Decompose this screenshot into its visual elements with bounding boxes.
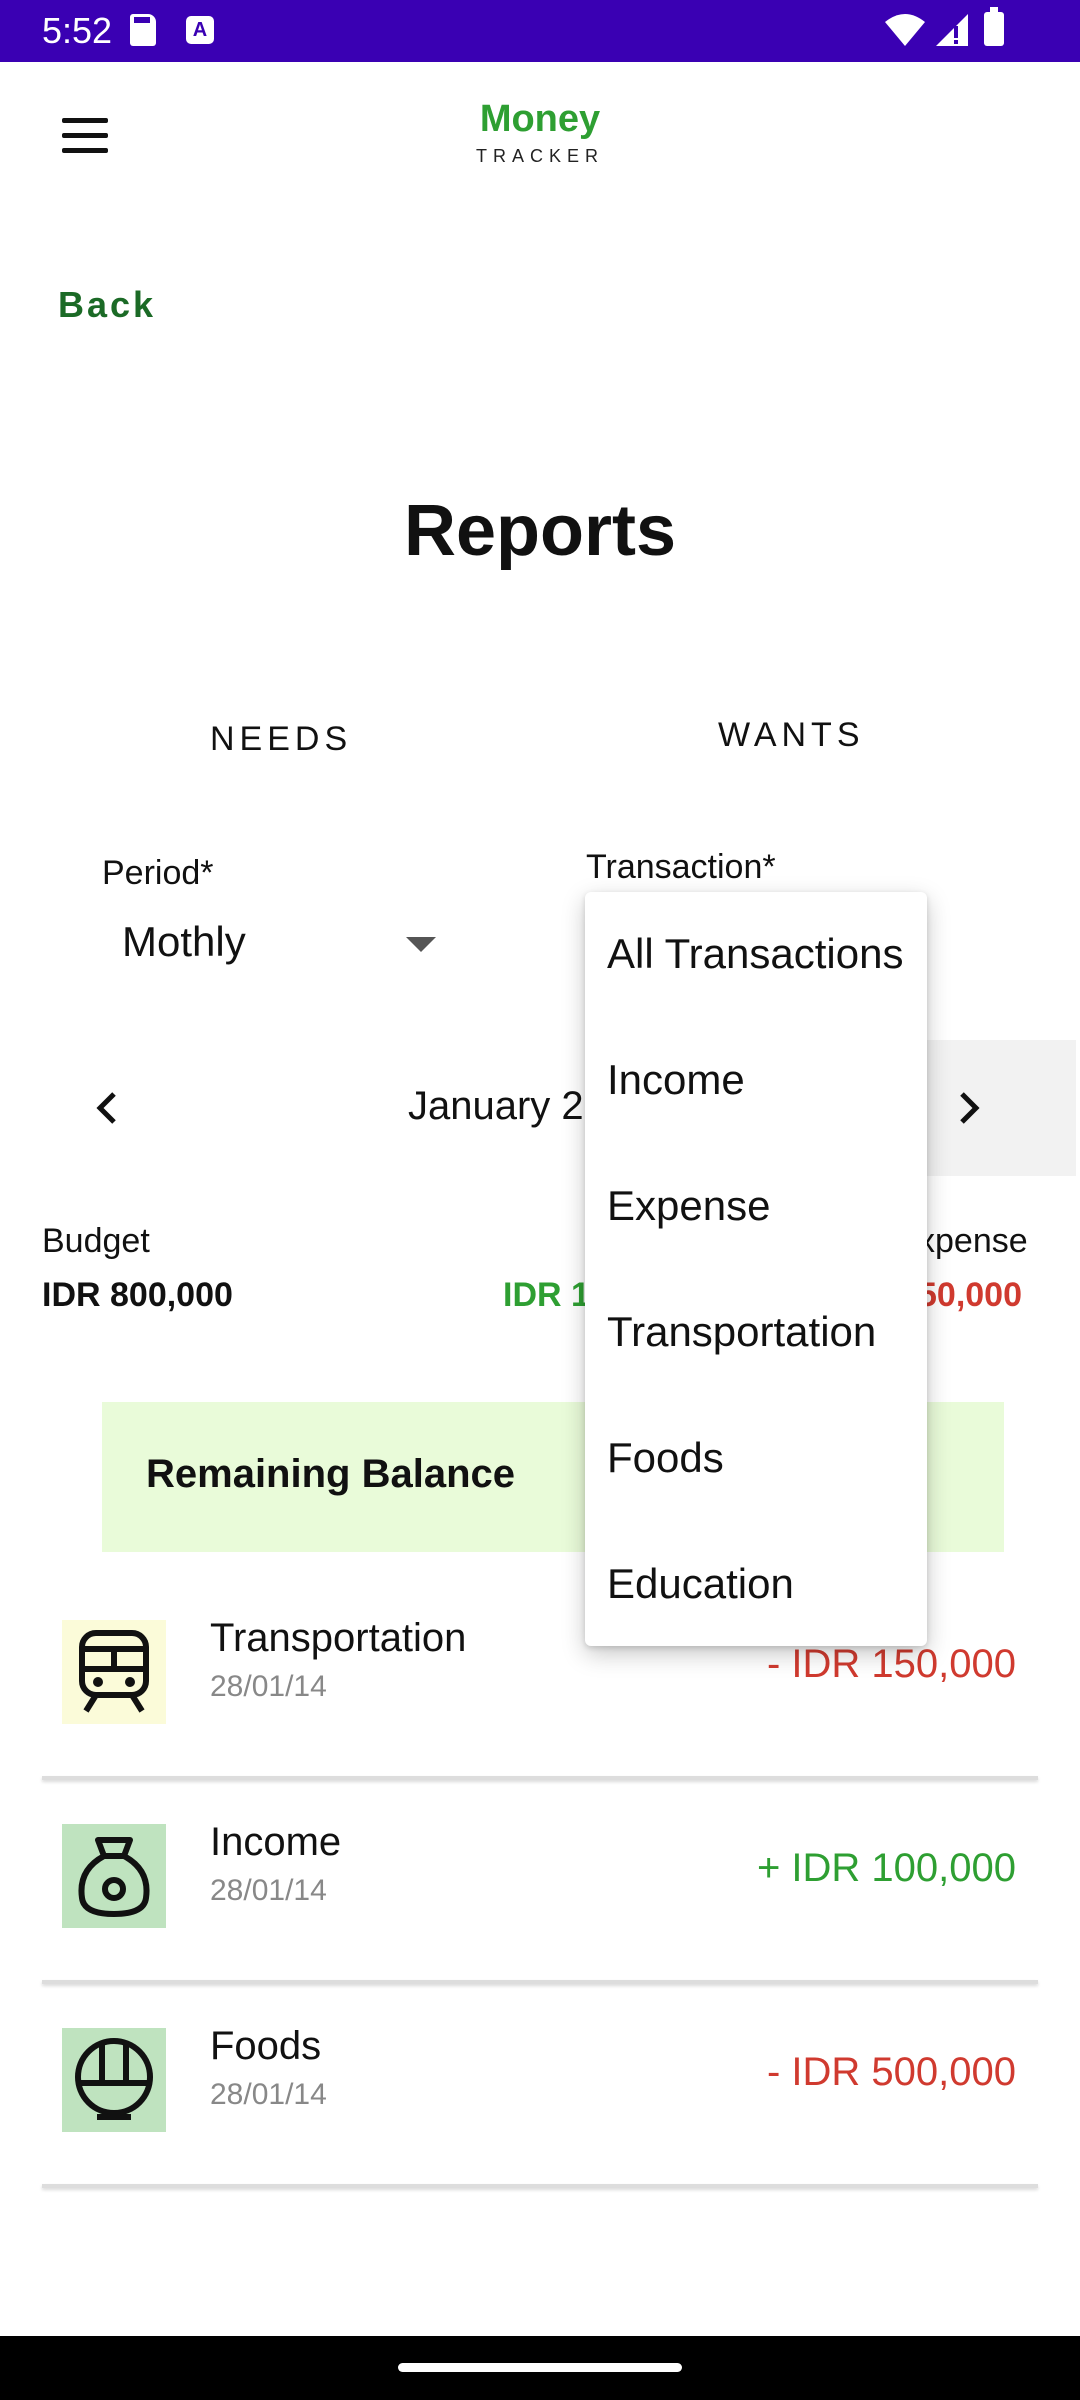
food-bowl-icon xyxy=(62,2028,166,2132)
train-icon xyxy=(62,1620,166,1724)
dropdown-arrow-icon[interactable] xyxy=(406,937,436,952)
divider xyxy=(42,2184,1038,2188)
income-value: IDR 1 xyxy=(503,1276,590,1314)
chevron-right-icon[interactable] xyxy=(950,1088,986,1128)
transaction-date: 28/01/14 xyxy=(210,2078,327,2111)
signal-icon xyxy=(936,14,968,46)
transaction-name: Foods xyxy=(210,2024,322,2068)
budget-value: IDR 800,000 xyxy=(42,1276,233,1314)
transaction-date: 28/01/14 xyxy=(210,1670,327,1703)
menu-item-education[interactable]: Education xyxy=(607,1560,794,1608)
status-time: 5:52 xyxy=(42,10,113,51)
divider xyxy=(42,1776,1038,1780)
logo-tracker: TRACKER xyxy=(475,146,604,166)
chevron-left-icon[interactable] xyxy=(90,1088,126,1128)
transaction-amount: - IDR 500,000 xyxy=(766,2050,1016,2094)
status-bar: 5:52 A xyxy=(0,0,1080,62)
month-label: January 2 xyxy=(408,1084,584,1128)
remaining-balance-label: Remaining Balance xyxy=(146,1452,516,1496)
transaction-label: Transaction* xyxy=(586,848,776,886)
menu-item-foods[interactable]: Foods xyxy=(607,1434,724,1482)
logo-money: Money xyxy=(479,98,601,140)
period-label: Period* xyxy=(102,854,214,892)
transaction-amount: - IDR 150,000 xyxy=(766,1642,1016,1686)
tab-wants[interactable]: WANTS xyxy=(718,716,865,755)
page-title: Reports xyxy=(403,491,677,571)
transaction-name: Transportation xyxy=(210,1616,467,1660)
transaction-name: Income xyxy=(210,1820,342,1864)
sd-card-icon xyxy=(130,14,156,46)
budget-label: Budget xyxy=(42,1222,150,1260)
money-bag-icon xyxy=(62,1824,166,1928)
period-select[interactable]: Mothly xyxy=(122,918,246,966)
expense-value: 50,000 xyxy=(918,1276,1022,1314)
divider xyxy=(42,1980,1038,1984)
menu-item-income[interactable]: Income xyxy=(607,1056,745,1104)
transaction-row[interactable]: Foods 28/01/14 - IDR 500,000 xyxy=(42,2010,1038,2188)
transaction-amount: + IDR 100,000 xyxy=(756,1846,1016,1890)
notification-a-icon: A xyxy=(186,16,214,44)
transaction-date: 28/01/14 xyxy=(210,1874,327,1907)
battery-icon xyxy=(984,7,1004,46)
wifi-icon xyxy=(885,14,925,46)
home-gesture-handle[interactable] xyxy=(398,2363,682,2372)
menu-item-expense[interactable]: Expense xyxy=(607,1182,770,1230)
transaction-dropdown-menu: All Transactions Income Expense Transpor… xyxy=(585,892,927,1646)
expense-label: xpense xyxy=(918,1222,1028,1260)
hamburger-menu-icon[interactable] xyxy=(58,114,114,158)
menu-item-all-transactions[interactable]: All Transactions xyxy=(607,930,903,978)
transaction-row[interactable]: Income 28/01/14 + IDR 100,000 xyxy=(42,1806,1038,1984)
back-button[interactable]: Back xyxy=(58,284,156,326)
menu-item-transportation[interactable]: Transportation xyxy=(607,1308,876,1356)
tab-needs[interactable]: NEEDS xyxy=(210,720,352,759)
